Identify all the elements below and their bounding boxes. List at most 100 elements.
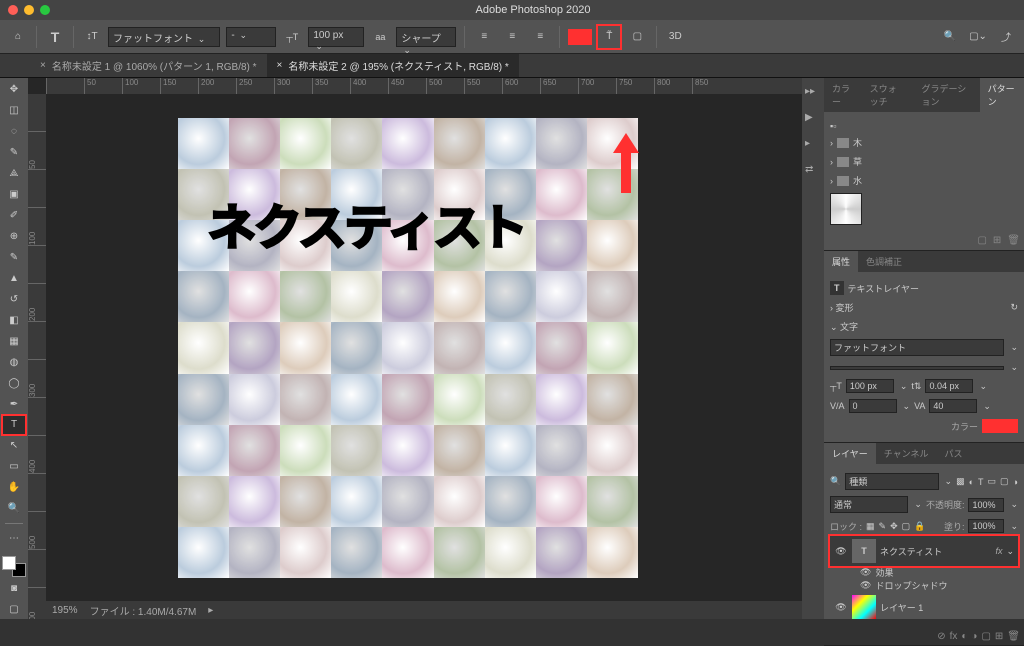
filter-shape-icon[interactable]: ▭ bbox=[988, 476, 997, 487]
search-icon[interactable]: 🔍 bbox=[830, 476, 841, 487]
lock-artboard-icon[interactable]: ▢ bbox=[902, 521, 911, 532]
threed-label[interactable]: 3D bbox=[665, 27, 685, 47]
visibility-toggle-icon[interactable]: 👁 bbox=[834, 544, 848, 558]
character-panel-button[interactable]: ▢ bbox=[626, 26, 648, 48]
screen-mode-icon[interactable]: ▢ bbox=[3, 600, 25, 619]
history-brush-tool-icon[interactable]: ↺ bbox=[3, 290, 25, 309]
layer-mask-icon[interactable]: ◐ bbox=[961, 631, 967, 642]
gradients-tab[interactable]: グラデーション bbox=[913, 78, 979, 112]
type-tool-icon[interactable]: T bbox=[3, 416, 25, 435]
swatches-tab[interactable]: スウォッチ bbox=[862, 78, 914, 112]
search-icon[interactable]: 🔍 bbox=[940, 27, 960, 47]
prop-font-size[interactable] bbox=[846, 379, 894, 393]
frame-tool-icon[interactable]: ▣ bbox=[3, 185, 25, 204]
maximize-window-button[interactable] bbox=[40, 5, 50, 15]
pattern-folder[interactable]: ›木 bbox=[830, 134, 1018, 151]
history-dock-icon[interactable]: ▶ bbox=[805, 112, 821, 128]
dodge-tool-icon[interactable]: ◯ bbox=[3, 374, 25, 393]
layer-row[interactable]: 👁 レイヤー 1 bbox=[830, 592, 1018, 622]
artboard[interactable]: ネクスティスト bbox=[178, 118, 638, 578]
adjustment-layer-icon[interactable]: ◑ bbox=[971, 631, 977, 642]
properties-tab[interactable]: 属性 bbox=[824, 251, 858, 272]
marquee-tool-icon[interactable]: ◫ bbox=[3, 101, 25, 120]
new-layer-icon[interactable]: ⊞ bbox=[995, 631, 1003, 642]
lock-image-icon[interactable]: ✎ bbox=[879, 521, 887, 532]
filter-toggle-icon[interactable]: ◑ bbox=[1013, 477, 1018, 487]
opacity-input[interactable] bbox=[968, 498, 1004, 512]
filter-type-select[interactable]: 種類 bbox=[845, 473, 938, 490]
quick-select-tool-icon[interactable]: ✎ bbox=[3, 143, 25, 162]
warp-text-button[interactable]: T̃ bbox=[598, 26, 620, 48]
layer-row[interactable]: 👁 T ネクスティスト fx ⌄ bbox=[830, 536, 1018, 566]
file-info[interactable]: ファイル : 1.40M/4.67M bbox=[90, 603, 197, 618]
crop-tool-icon[interactable]: ⟁ bbox=[3, 164, 25, 183]
status-dropdown-icon[interactable]: ▸ bbox=[208, 605, 213, 616]
new-pattern-icon[interactable]: ⊞ bbox=[993, 235, 1001, 246]
color-tab[interactable]: カラー bbox=[824, 78, 862, 112]
text-orientation-icon[interactable]: ↕T bbox=[82, 27, 102, 47]
clone-tool-icon[interactable]: ▲ bbox=[3, 269, 25, 288]
prop-leading[interactable] bbox=[925, 379, 973, 393]
character-section[interactable]: 文字 bbox=[840, 322, 858, 332]
pattern-folder[interactable]: ›草 bbox=[830, 153, 1018, 170]
transform-section[interactable]: 変形 bbox=[836, 303, 854, 313]
zoom-level[interactable]: 195% bbox=[52, 605, 78, 616]
close-window-button[interactable] bbox=[8, 5, 18, 15]
patterns-tab[interactable]: パターン bbox=[980, 78, 1024, 112]
align-center-icon[interactable]: ≡ bbox=[501, 26, 523, 48]
prop-font-family-select[interactable]: ファットフォント bbox=[830, 339, 1004, 356]
foreground-color-swatch[interactable] bbox=[2, 556, 16, 570]
filter-type-icon[interactable]: T bbox=[978, 477, 984, 487]
channels-tab[interactable]: チャンネル bbox=[876, 443, 937, 464]
canvas-area[interactable]: 5010015020025030035040045050055060065070… bbox=[28, 78, 802, 619]
document-tab[interactable]: ×名称未設定 1 @ 1060% (パターン 1, RGB/8) * bbox=[30, 54, 267, 77]
gradient-tool-icon[interactable]: ▦ bbox=[3, 332, 25, 351]
lasso-tool-icon[interactable]: ◌ bbox=[3, 122, 25, 141]
eraser-tool-icon[interactable]: ◧ bbox=[3, 311, 25, 330]
layers-tab[interactable]: レイヤー bbox=[824, 443, 876, 464]
text-color-chip[interactable] bbox=[982, 419, 1018, 433]
font-style-select[interactable]: - bbox=[226, 27, 276, 47]
close-tab-icon[interactable]: × bbox=[277, 60, 283, 71]
pen-tool-icon[interactable]: ✒ bbox=[3, 395, 25, 414]
minimize-window-button[interactable] bbox=[24, 5, 34, 15]
home-icon[interactable]: ⌂ bbox=[8, 27, 28, 47]
folder-icon[interactable]: ▢ bbox=[977, 235, 986, 246]
canvas-text-layer[interactable]: ネクスティスト bbox=[208, 188, 526, 258]
adjustments-dock-icon[interactable]: ⇄ bbox=[805, 164, 821, 180]
filter-adjust-icon[interactable]: ◐ bbox=[969, 477, 974, 487]
text-color-swatch[interactable] bbox=[568, 29, 592, 45]
fx-label[interactable]: fx bbox=[995, 546, 1002, 556]
layer-thumb-type-icon[interactable]: T bbox=[852, 539, 876, 563]
lock-all-icon[interactable]: 🔒 bbox=[914, 521, 925, 532]
move-tool-icon[interactable]: ✥ bbox=[3, 80, 25, 99]
healing-tool-icon[interactable]: ⊕ bbox=[3, 227, 25, 246]
share-icon[interactable]: ⤴ bbox=[996, 27, 1016, 47]
lock-transparency-icon[interactable]: ▦ bbox=[866, 521, 875, 532]
document-tab[interactable]: ×名称未設定 2 @ 195% (ネクスティスト, RGB/8) * bbox=[267, 54, 519, 77]
pattern-size-slider-icon[interactable]: ▪▫ bbox=[830, 121, 836, 131]
filter-pixel-icon[interactable]: ▩ bbox=[956, 476, 965, 487]
group-icon[interactable]: ▢ bbox=[981, 631, 990, 642]
chevron-down-icon[interactable]: ⌄ bbox=[1006, 546, 1014, 557]
color-swatches[interactable] bbox=[2, 556, 26, 577]
font-family-select[interactable]: ファットフォント bbox=[108, 27, 220, 47]
shape-tool-icon[interactable]: ▭ bbox=[3, 457, 25, 476]
prop-font-style-select[interactable] bbox=[830, 366, 1004, 370]
adjustments-tab[interactable]: 色調補正 bbox=[858, 251, 910, 272]
close-tab-icon[interactable]: × bbox=[40, 60, 46, 71]
visibility-toggle-icon[interactable]: 👁 bbox=[834, 600, 848, 614]
zoom-tool-icon[interactable]: 🔍 bbox=[3, 499, 25, 518]
align-left-icon[interactable]: ≡ bbox=[473, 26, 495, 48]
quick-mask-icon[interactable]: ◙ bbox=[3, 579, 25, 598]
paths-tab[interactable]: パス bbox=[936, 443, 970, 464]
filter-smart-icon[interactable]: ▢ bbox=[1000, 476, 1009, 487]
link-layers-icon[interactable]: ⊘ bbox=[937, 631, 945, 642]
effect-item[interactable]: 👁ドロップシャドウ bbox=[830, 579, 1018, 592]
workspace-icon[interactable]: ▢⌄ bbox=[968, 27, 988, 47]
path-select-tool-icon[interactable]: ↖ bbox=[3, 436, 25, 455]
lock-position-icon[interactable]: ✥ bbox=[890, 521, 898, 532]
trash-icon[interactable]: 🗑 bbox=[1007, 631, 1020, 642]
antialiasing-select[interactable]: シャープ bbox=[396, 27, 456, 47]
align-right-icon[interactable]: ≡ bbox=[529, 26, 551, 48]
